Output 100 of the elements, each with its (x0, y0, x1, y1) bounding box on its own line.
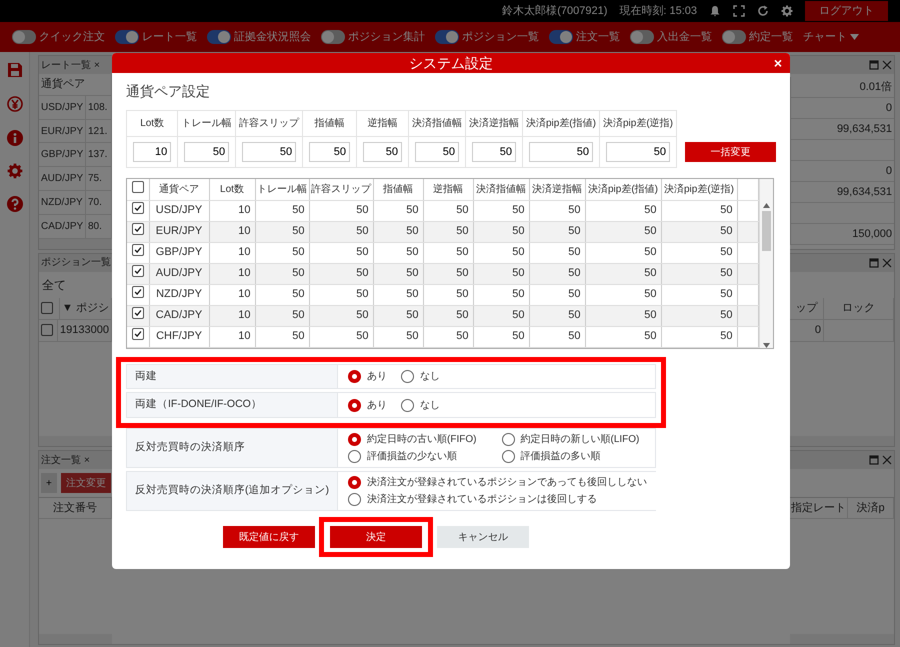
scrollbar[interactable] (790, 634, 894, 644)
dialog-button[interactable]: 決定 (330, 526, 422, 548)
window-icon[interactable] (869, 60, 879, 70)
toggle-switch[interactable] (321, 30, 345, 44)
close-icon[interactable] (882, 60, 892, 70)
table-cell: 10 (238, 225, 250, 238)
radio-button[interactable] (502, 433, 514, 446)
chart-menu[interactable]: チャート (803, 28, 847, 46)
toggle-switch[interactable] (207, 30, 231, 44)
radio-label: 評価損益の少ない順 (367, 450, 457, 464)
input-field[interactable]: 50 (184, 142, 230, 162)
table-cell-text: CAD/JPY (41, 220, 84, 234)
radio-button[interactable] (348, 398, 361, 412)
table-cell: 50 (568, 330, 580, 342)
scroll-thumb[interactable] (762, 211, 772, 251)
input-field[interactable]: 10 (133, 142, 172, 162)
table-cell: 50 (568, 288, 580, 300)
scroll-up-icon[interactable] (763, 203, 770, 208)
column-header: 決済逆指幅 (532, 184, 582, 195)
radio-label: なし (420, 370, 440, 384)
radio-label: 約定日時の古い順(FIFO) (367, 432, 476, 447)
checkbox[interactable] (132, 264, 144, 277)
option-label: 反対売買時の決済順序 (134, 440, 246, 456)
caret-icon[interactable] (850, 34, 859, 40)
edit-order-button[interactable]: 注文変更 (60, 473, 111, 494)
window-icon[interactable] (869, 455, 879, 466)
checkbox[interactable] (132, 328, 144, 340)
checkbox[interactable] (41, 324, 53, 336)
close-icon[interactable] (882, 258, 892, 268)
info-icon[interactable] (6, 130, 22, 146)
scrollbar[interactable] (790, 436, 894, 446)
fullscreen-icon[interactable] (733, 5, 745, 17)
toggle-switch[interactable] (115, 30, 139, 44)
table-cell: 50 (456, 225, 468, 238)
scroll-down-icon[interactable] (763, 342, 770, 348)
filter-dropdown[interactable]: 全て (42, 276, 66, 294)
window-icon[interactable] (869, 258, 879, 268)
toggle-label: 注文一覧 (576, 30, 620, 45)
table-cell-text: 19133000 (60, 322, 109, 338)
table-cell: 50 (456, 267, 468, 280)
toggle-switch[interactable] (630, 30, 654, 44)
radio-button[interactable] (348, 370, 361, 383)
table-cell: 50 (356, 309, 368, 322)
settings-icon[interactable] (6, 163, 22, 179)
toggle-switch[interactable] (722, 30, 746, 44)
help-icon[interactable] (6, 196, 22, 212)
checkbox[interactable] (132, 286, 144, 298)
bell-icon[interactable] (709, 5, 721, 17)
close-button[interactable]: × (84, 452, 90, 468)
checkbox[interactable] (132, 244, 144, 256)
input-field[interactable]: 50 (362, 142, 402, 162)
scrollbar[interactable] (39, 238, 112, 249)
table-cell: 50 (644, 267, 656, 280)
checkbox[interactable] (132, 222, 144, 235)
save-icon[interactable] (6, 62, 22, 78)
radio-button[interactable] (348, 493, 361, 506)
radio-button[interactable] (348, 433, 361, 446)
dialog-button[interactable]: 既定値に戻す (223, 526, 315, 548)
table-cell-text: 80. (88, 220, 102, 234)
table-cell-text: GBP/JPY (41, 148, 84, 162)
close-button[interactable]: × (94, 58, 100, 72)
input-field[interactable]: 50 (414, 142, 459, 162)
toggle-switch[interactable] (12, 30, 36, 44)
scrollbar[interactable] (39, 436, 112, 446)
radio-button[interactable] (401, 370, 414, 383)
toggle-switch[interactable] (549, 30, 573, 44)
table-cell-text: 108. (88, 100, 108, 115)
input-field[interactable]: 50 (309, 142, 350, 162)
dialog-button[interactable]: キャンセル (437, 526, 529, 548)
table-cell: 50 (568, 309, 580, 322)
bulk-change-button[interactable]: 一括変更 (685, 142, 776, 162)
input-field[interactable]: 50 (242, 142, 296, 162)
input-field[interactable]: 50 (472, 142, 516, 162)
table-cell: 50 (568, 204, 580, 216)
radio-button[interactable] (401, 398, 414, 412)
radio-button[interactable] (502, 450, 514, 463)
table-cell: 50 (512, 225, 524, 238)
input-field[interactable]: 50 (606, 142, 670, 162)
checkbox[interactable] (132, 202, 144, 214)
scrollbar[interactable] (759, 179, 773, 348)
radio-button[interactable] (348, 450, 361, 463)
table-cell: 50 (512, 309, 524, 322)
table-cell-text: 70. (88, 196, 102, 210)
close-icon[interactable] (882, 455, 892, 466)
checkbox[interactable] (132, 306, 144, 319)
add-button[interactable]: + (41, 473, 57, 494)
input-field[interactable]: 50 (528, 142, 593, 162)
checkbox[interactable] (132, 180, 144, 193)
checkbox[interactable] (41, 302, 53, 314)
toggle-label: クイック注文 (39, 30, 105, 45)
close-button[interactable]: × (774, 53, 782, 73)
field-label: 決済逆指幅 (468, 118, 519, 129)
table-cell: 50 (720, 309, 732, 322)
scrollbar[interactable] (39, 634, 112, 644)
yen-cycle-icon[interactable] (6, 95, 24, 113)
toggle-switch[interactable] (435, 30, 459, 44)
refresh-icon[interactable] (757, 5, 769, 17)
logout-button[interactable]: ログアウト (805, 1, 888, 21)
radio-button[interactable] (348, 476, 361, 489)
option-label: 両建（IF-DONE/IF-OCO） (134, 397, 263, 412)
